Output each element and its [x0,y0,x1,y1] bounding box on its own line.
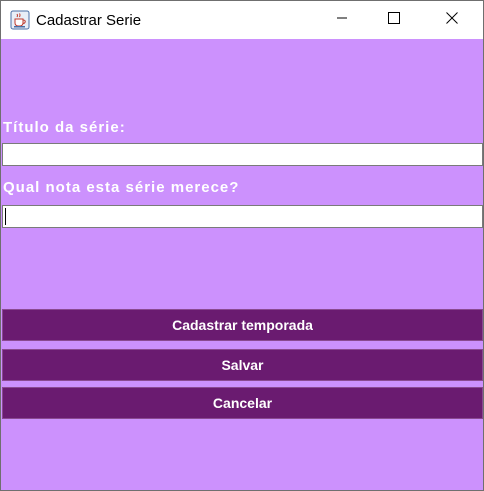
close-icon [446,11,458,29]
save-button[interactable]: Salvar [2,349,483,381]
maximize-button[interactable] [371,1,417,39]
form-panel: Título da série: Qual nota esta série me… [1,39,483,490]
close-button[interactable] [429,1,475,39]
series-title-label: Título da série: [3,119,126,136]
window-title: Cadastrar Serie [36,12,142,29]
add-season-button[interactable]: Cadastrar temporada [2,309,483,341]
minimize-button[interactable] [319,1,365,39]
maximize-icon [388,11,400,29]
title-bar[interactable]: Cadastrar Serie [1,1,483,39]
java-coffee-cup-icon [10,10,30,30]
minimize-icon [336,11,348,29]
series-rating-input[interactable] [2,205,483,228]
series-rating-label: Qual nota esta série merece? [3,179,240,196]
app-window: Cadastrar Serie Título da série: Qual no… [0,0,484,491]
text-caret [5,208,6,225]
cancel-button[interactable]: Cancelar [2,387,483,419]
series-title-input[interactable] [2,143,483,166]
